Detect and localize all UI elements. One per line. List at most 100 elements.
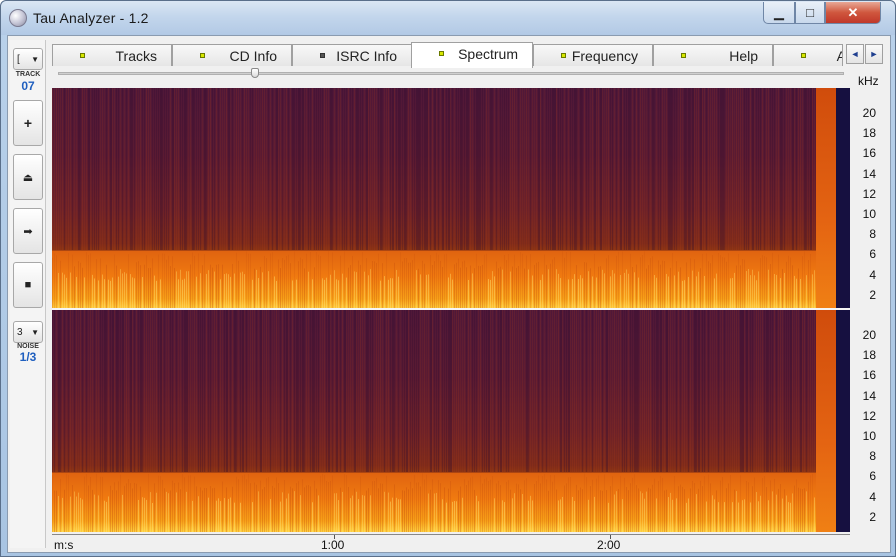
spectrogram-stripe — [660, 475, 661, 532]
spectrogram-stripe — [656, 88, 657, 250]
spectrogram-stripe — [710, 483, 711, 532]
spectrogram-stripe — [536, 481, 537, 532]
position-slider-thumb[interactable] — [251, 68, 259, 78]
spectrogram-stripe — [724, 310, 725, 472]
play-button[interactable]: ➡ — [13, 208, 43, 254]
tab-frequency[interactable]: Frequency — [533, 44, 653, 66]
spectrogram-stripe — [150, 88, 151, 250]
title-bar[interactable]: Tau Analyzer - 1.2 ▁ □ ✕ — [1, 1, 895, 35]
spectrogram-stripe — [530, 254, 531, 310]
spectrogram-stripe — [72, 310, 73, 472]
spectrogram-stripe — [224, 88, 225, 250]
spectrogram-stripe — [782, 498, 783, 532]
spectrogram-stripe — [72, 88, 73, 250]
spectrogram-stripe — [314, 480, 315, 532]
spectrogram-stripe — [342, 273, 343, 310]
spectrogram-stripe — [586, 310, 587, 472]
spectrogram-stripe — [700, 480, 701, 532]
spectrogram-stripe — [318, 310, 319, 472]
spectrogram-stripe — [412, 260, 413, 310]
spectrogram-stripe — [814, 270, 815, 310]
spectrogram-stripe — [444, 254, 445, 310]
spectrogram-stripe — [714, 88, 715, 250]
spectrogram-stripe — [542, 88, 543, 250]
spectrogram-stripe — [660, 310, 662, 472]
stop-button[interactable]: ■ — [13, 262, 43, 308]
spectrogram-stripe — [240, 88, 241, 250]
spectrogram-stripe — [218, 498, 219, 532]
spectrogram-stripe — [198, 496, 199, 532]
tab-tracks[interactable]: Tracks — [52, 44, 172, 66]
spectrogram-stripe — [530, 88, 531, 250]
spectrogram-stripe — [562, 88, 563, 250]
spectrogram-stripe — [450, 310, 452, 472]
tab-isrc-info[interactable]: ISRC Info — [292, 44, 412, 66]
spectrogram-stripe — [674, 475, 675, 532]
spectrogram-stripe — [592, 88, 593, 250]
spectrogram-stripe — [502, 88, 503, 250]
maximize-button[interactable]: □ — [795, 2, 825, 24]
spectrogram-stripe — [312, 279, 313, 310]
tab-scroll-left-button[interactable]: ◄ — [846, 44, 864, 64]
spectrogram-stripe — [250, 88, 251, 250]
spectrogram-stripe — [306, 88, 307, 250]
spectrogram-stripe — [460, 310, 461, 472]
spectrogram-stripe — [216, 88, 217, 250]
spectrogram-stripe — [526, 88, 527, 250]
spectrogram-stripe — [442, 499, 443, 532]
mode-dropdown[interactable]: 3 ▼ — [13, 321, 43, 343]
spectrogram-stripe — [708, 261, 709, 310]
tab-scroll-right-button[interactable]: ► — [865, 44, 883, 64]
spectrogram-stripe — [500, 485, 501, 532]
spectrogram-stripe — [314, 310, 315, 472]
spectrogram-stripe — [654, 478, 655, 532]
spectrogram-stripe — [740, 265, 741, 310]
spectrogram-stripe — [738, 310, 739, 472]
spectrogram-stripe — [372, 261, 373, 310]
spectrogram-stripe — [206, 88, 207, 250]
spectrogram-stripe — [794, 485, 795, 532]
spectrogram-stripe — [790, 88, 791, 250]
tab-help[interactable]: Help — [653, 44, 773, 66]
spectrogram-stripe — [684, 310, 685, 472]
spectrogram-stripe — [446, 310, 447, 472]
spectrogram-stripe — [374, 88, 375, 250]
spectrogram-stripe — [368, 88, 369, 250]
spectrogram-right-channel[interactable] — [52, 310, 836, 532]
spectrogram-stripe — [626, 487, 627, 532]
spectrogram-stripe — [798, 268, 799, 310]
spectrogram-stripe — [492, 310, 493, 472]
spectrogram-stripe — [414, 88, 415, 250]
spectrogram-left-channel[interactable] — [52, 88, 836, 310]
spectrogram-stripe — [214, 487, 215, 532]
mode-caption: NOISE — [17, 343, 39, 350]
spectrogram-stripe — [366, 258, 367, 310]
minimize-button[interactable]: ▁ — [763, 2, 795, 24]
tab-spectrum[interactable]: Spectrum — [411, 42, 533, 68]
spectrogram-stripe — [464, 310, 465, 472]
position-slider-track[interactable] — [58, 72, 844, 75]
spectrogram-stripe — [350, 498, 351, 532]
close-button[interactable]: ✕ — [825, 2, 881, 24]
spectrogram-stripe — [262, 489, 263, 532]
spectrogram-stripe — [752, 88, 754, 250]
spectrogram-stripe — [280, 268, 281, 310]
tab-cd-info[interactable]: CD Info — [172, 44, 292, 66]
spectrogram-stripe — [106, 501, 107, 532]
tab-about[interactable]: A — [773, 44, 843, 66]
spectrogram-stripe — [454, 264, 455, 310]
spectrogram-stripe — [244, 274, 245, 310]
add-button[interactable]: + — [13, 100, 43, 146]
spectrogram-stripe — [194, 476, 195, 532]
spectrogram-stripe — [568, 477, 569, 532]
spectrogram-stripe — [576, 310, 577, 472]
spectrogram-stripe — [530, 310, 531, 472]
spectrogram-stripe — [738, 88, 739, 250]
spectrogram-stripe — [292, 310, 293, 472]
spectrogram-stripe — [396, 269, 397, 310]
eject-button[interactable]: ⏏ — [13, 154, 43, 200]
track-dropdown[interactable]: [ ▼ — [13, 48, 43, 70]
frequency-tick-label: 20 — [862, 328, 876, 342]
spectrogram-stripe — [134, 278, 135, 310]
spectrogram-stripe — [522, 253, 523, 310]
